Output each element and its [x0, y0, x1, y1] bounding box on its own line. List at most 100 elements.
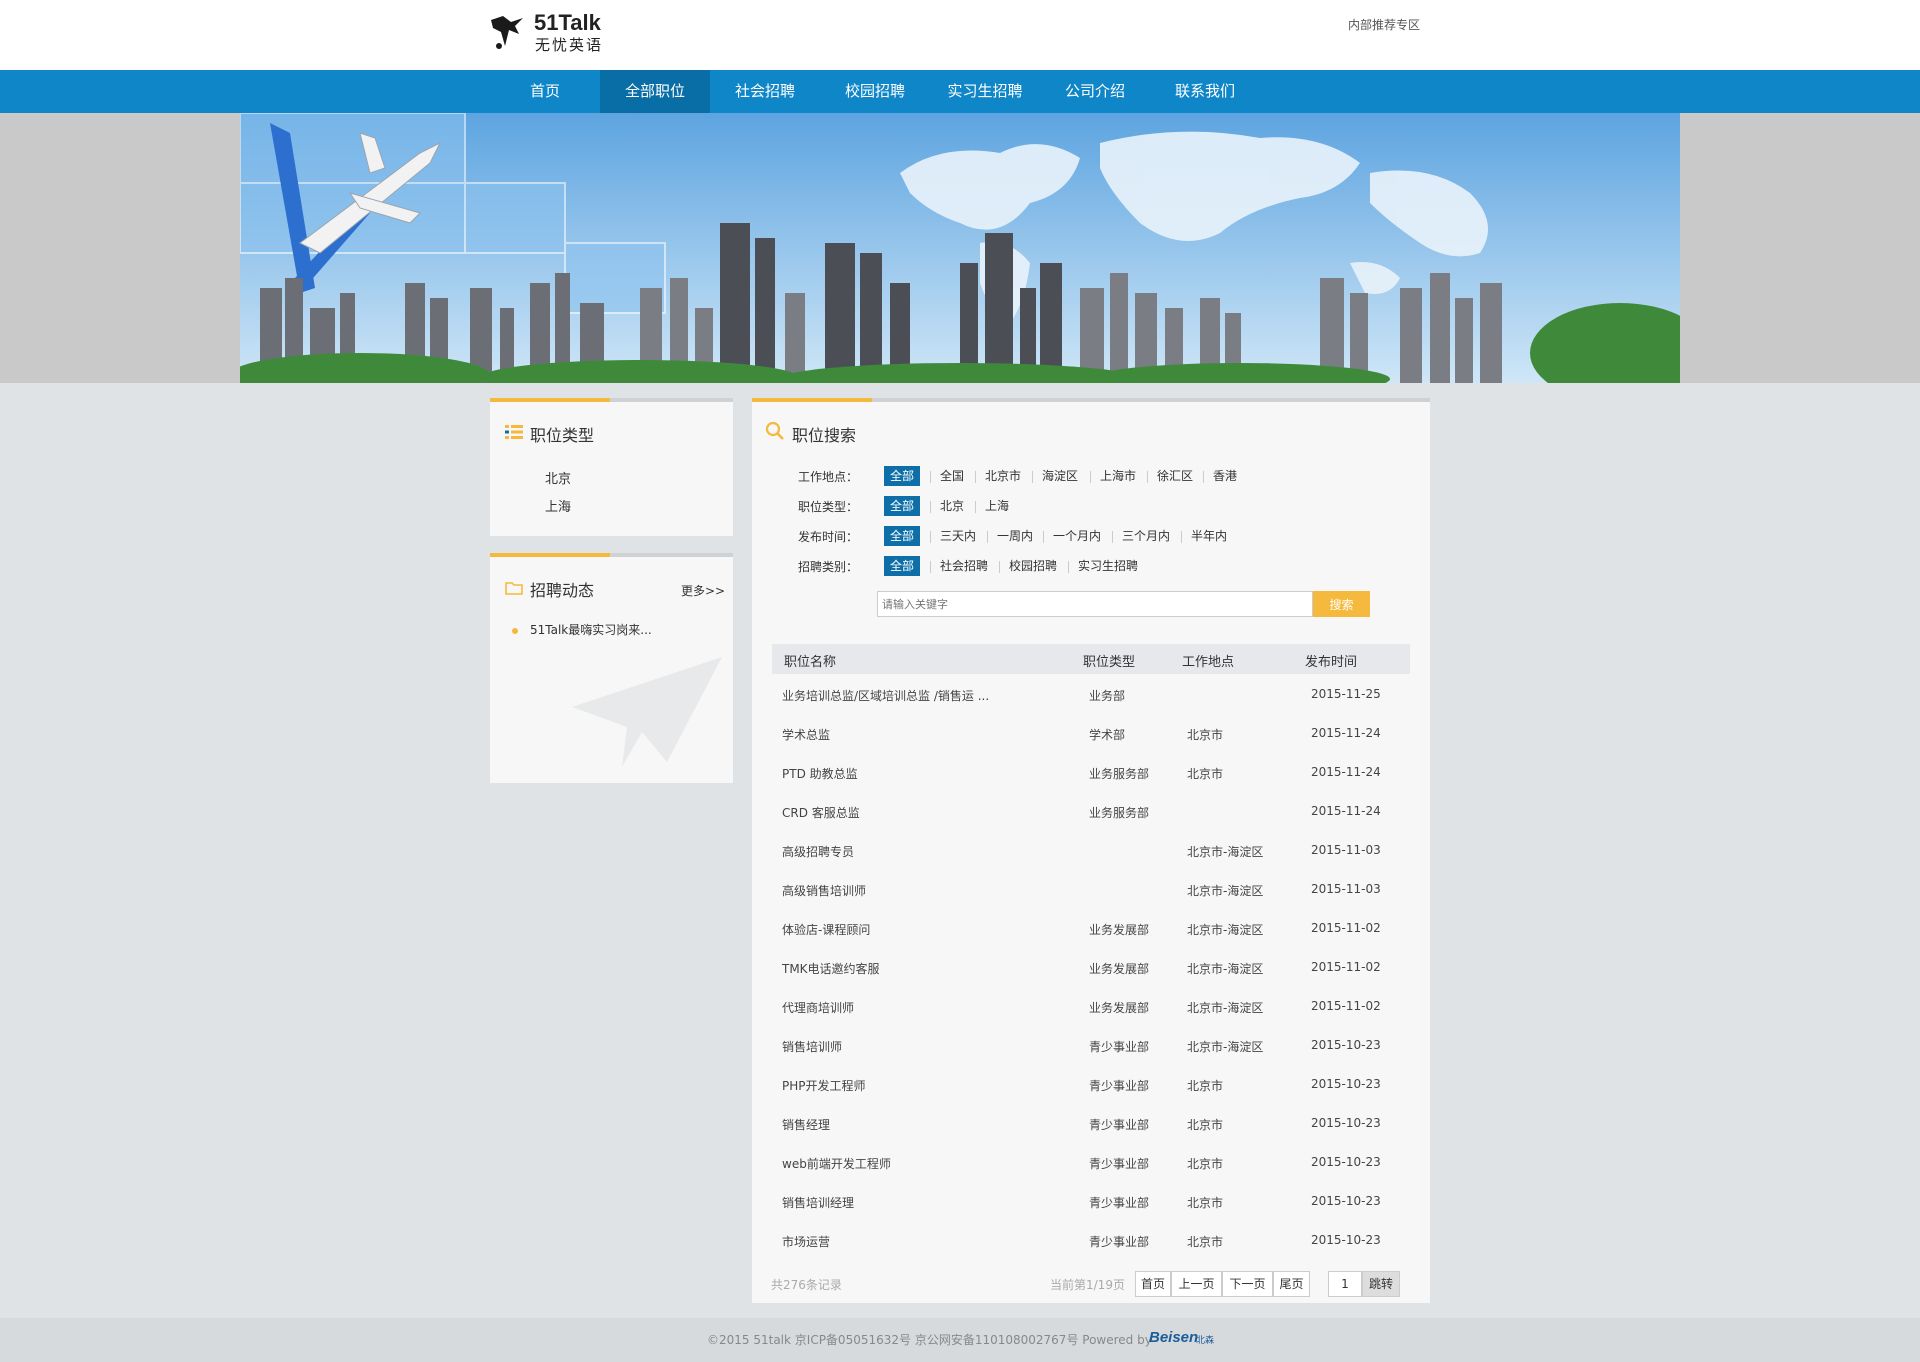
job-title-link[interactable]: 市场运营 — [782, 1233, 830, 1250]
table-row[interactable]: web前端开发工程师 青少事业部 北京市 2015-10-23 — [772, 1143, 1410, 1182]
job-title-link[interactable]: PHP开发工程师 — [782, 1077, 866, 1094]
filter-label-category: 招聘类别： — [798, 560, 859, 574]
table-row[interactable]: 销售培训经理 青少事业部 北京市 2015-10-23 — [772, 1182, 1410, 1221]
column-header-location: 工作地点 — [1182, 655, 1235, 670]
table-row[interactable]: 业务培训总监/区域培训总监 /销售运 ... 业务部 2015-11-25 — [772, 675, 1410, 714]
table-row[interactable]: 销售经理 青少事业部 北京市 2015-10-23 — [772, 1104, 1410, 1143]
table-row[interactable]: 高级销售培训师 北京市-海淀区 2015-11-03 — [772, 870, 1410, 909]
filter-category-option[interactable]: 社会招聘 — [940, 556, 988, 576]
nav-intern-recruitment[interactable]: 实习生招聘 — [930, 70, 1040, 113]
filter-date-option[interactable]: 一周内 — [997, 526, 1033, 546]
search-icon — [765, 421, 784, 440]
filter-date-all[interactable]: 全部 — [884, 526, 920, 546]
table-row[interactable]: 学术总监 学术部 北京市 2015-11-24 — [772, 714, 1410, 753]
card-accent — [490, 553, 610, 557]
nav-all-jobs[interactable]: 全部职位 — [600, 70, 710, 113]
news-more-link[interactable]: 更多>> — [681, 582, 725, 599]
job-title-link[interactable]: 体验店-课程顾问 — [782, 921, 870, 938]
job-type: 青少事业部 — [1089, 1079, 1150, 1093]
footer-copyright: ©2015 51talk 京ICP备05051632号 京公网安备1101080… — [707, 1333, 1152, 1347]
job-title-link[interactable]: web前端开发工程师 — [782, 1155, 891, 1172]
page-number-input[interactable]: 1 — [1328, 1271, 1362, 1297]
beisen-logo[interactable]: Beisen — [1149, 1329, 1198, 1346]
filter-location-all[interactable]: 全部 — [884, 466, 920, 486]
filter-location-option[interactable]: 海淀区 — [1042, 466, 1078, 486]
logo-mark-icon — [491, 16, 523, 49]
news-item[interactable]: 51Talk最嗨实习岗来... — [530, 621, 652, 638]
nav-campus-recruitment[interactable]: 校园招聘 — [820, 70, 930, 113]
job-type: 青少事业部 — [1089, 1157, 1150, 1171]
site-footer: ©2015 51talk 京ICP备05051632号 京公网安备1101080… — [0, 1318, 1920, 1362]
job-location: 北京市 — [1187, 1118, 1224, 1132]
job-title-link[interactable]: 高级招聘专员 — [782, 843, 854, 860]
job-title-link[interactable]: CRD 客服总监 — [782, 804, 860, 821]
filter-location-option[interactable]: 香港 — [1213, 466, 1237, 486]
next-page-button[interactable]: 下一页 — [1222, 1271, 1273, 1297]
table-row[interactable]: 市场运营 青少事业部 北京市 2015-10-23 — [772, 1221, 1410, 1260]
table-row[interactable]: PTD 助教总监 业务服务部 北京市 2015-11-24 — [772, 753, 1410, 792]
filter-location-option[interactable]: 全国 — [940, 466, 964, 486]
table-row[interactable]: 体验店-课程顾问 业务发展部 北京市-海淀区 2015-11-02 — [772, 909, 1410, 948]
search-button[interactable]: 搜索 — [1313, 591, 1370, 617]
table-row[interactable]: TMK电话邀约客服 业务发展部 北京市-海淀区 2015-11-02 — [772, 948, 1410, 987]
job-title-link[interactable]: 销售培训经理 — [782, 1194, 854, 1211]
banner-image — [240, 113, 1680, 383]
card-accent — [490, 398, 610, 402]
job-title-link[interactable]: 高级销售培训师 — [782, 882, 866, 899]
last-page-button[interactable]: 尾页 — [1273, 1271, 1310, 1297]
separator — [975, 471, 976, 483]
job-type: 业务部 — [1089, 689, 1126, 703]
filter-date-option[interactable]: 三个月内 — [1122, 526, 1170, 546]
nav-about[interactable]: 公司介绍 — [1040, 70, 1150, 113]
logo-subtitle: 无忧英语 — [535, 36, 604, 54]
job-location: 北京市-海淀区 — [1187, 845, 1264, 859]
filter-type-option[interactable]: 北京 — [940, 496, 964, 516]
filter-type-all[interactable]: 全部 — [884, 496, 920, 516]
nav-home[interactable]: 首页 — [490, 70, 600, 113]
job-date: 2015-11-02 — [1311, 999, 1381, 1013]
filter-date-option[interactable]: 一个月内 — [1053, 526, 1101, 546]
table-row[interactable]: 代理商培训师 业务发展部 北京市-海淀区 2015-11-02 — [772, 987, 1410, 1026]
keyword-search-input[interactable] — [877, 591, 1313, 617]
nav-social-recruitment[interactable]: 社会招聘 — [710, 70, 820, 113]
prev-page-button[interactable]: 上一页 — [1171, 1271, 1222, 1297]
logo[interactable]: 51Talk 无忧英语 — [489, 10, 619, 54]
table-row[interactable]: 高级招聘专员 北京市-海淀区 2015-11-03 — [772, 831, 1410, 870]
filter-category-all[interactable]: 全部 — [884, 556, 920, 576]
job-type: 业务服务部 — [1089, 767, 1150, 781]
job-date: 2015-11-03 — [1311, 882, 1381, 896]
first-page-button[interactable]: 首页 — [1135, 1271, 1171, 1297]
job-title-link[interactable]: 销售经理 — [782, 1116, 830, 1133]
category-link-shanghai[interactable]: 上海 — [545, 496, 571, 515]
table-row[interactable]: CRD 客服总监 业务服务部 2015-11-24 — [772, 792, 1410, 831]
filter-date-option[interactable]: 三天内 — [940, 526, 976, 546]
job-title-link[interactable]: 学术总监 — [782, 726, 830, 743]
main-nav: 首页 全部职位 社会招聘 校园招聘 实习生招聘 公司介绍 联系我们 — [0, 70, 1920, 113]
job-date: 2015-11-02 — [1311, 960, 1381, 974]
job-location: 北京市 — [1187, 1196, 1224, 1210]
internal-referral-link[interactable]: 内部推荐专区 — [1348, 16, 1420, 33]
table-row[interactable]: PHP开发工程师 青少事业部 北京市 2015-10-23 — [772, 1065, 1410, 1104]
news-title: 招聘动态 — [530, 581, 595, 600]
category-link-beijing[interactable]: 北京 — [545, 468, 571, 487]
category-title: 职位类型 — [530, 426, 595, 445]
filter-location-option[interactable]: 北京市 — [985, 466, 1021, 486]
filter-location-option[interactable]: 上海市 — [1100, 466, 1136, 486]
jump-button[interactable]: 跳转 — [1362, 1271, 1400, 1297]
job-type: 青少事业部 — [1089, 1118, 1150, 1132]
separator — [975, 501, 976, 513]
job-title-link[interactable]: 销售培训师 — [782, 1038, 842, 1055]
filter-category-option[interactable]: 实习生招聘 — [1078, 556, 1138, 576]
table-row[interactable]: 销售培训师 青少事业部 北京市-海淀区 2015-10-23 — [772, 1026, 1410, 1065]
job-title-link[interactable]: TMK电话邀约客服 — [782, 960, 880, 977]
filter-date-option[interactable]: 半年内 — [1191, 526, 1227, 546]
job-title-link[interactable]: 代理商培训师 — [782, 999, 854, 1016]
job-title-link[interactable]: 业务培训总监/区域培训总监 /销售运 ... — [782, 687, 989, 704]
filter-location-option[interactable]: 徐汇区 — [1157, 466, 1193, 486]
filter-label-location: 工作地点： — [798, 470, 859, 484]
nav-contact[interactable]: 联系我们 — [1150, 70, 1260, 113]
filter-category-option[interactable]: 校园招聘 — [1009, 556, 1057, 576]
job-title-link[interactable]: PTD 助教总监 — [782, 765, 858, 782]
filter-type-option[interactable]: 上海 — [985, 496, 1009, 516]
filter-label-type: 职位类型： — [798, 500, 859, 514]
